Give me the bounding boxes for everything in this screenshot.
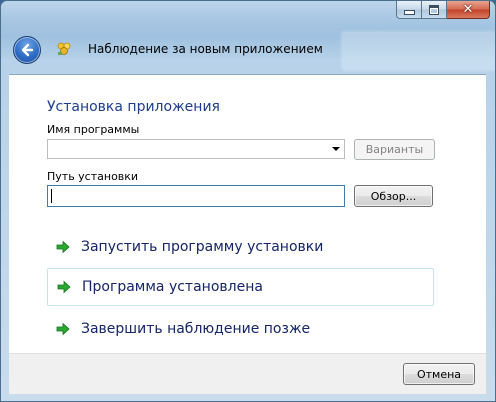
minimize-button[interactable] bbox=[396, 1, 422, 19]
variants-button[interactable]: Варианты bbox=[354, 139, 435, 160]
maximize-icon bbox=[429, 4, 439, 15]
task-label: Запустить программу установки bbox=[81, 239, 324, 255]
program-name-dropdown[interactable] bbox=[47, 139, 345, 159]
cancel-button[interactable]: Отмена bbox=[403, 363, 475, 385]
close-icon: ✕ bbox=[462, 2, 474, 17]
background-blur bbox=[341, 31, 495, 71]
install-path-label: Путь установки bbox=[47, 170, 139, 183]
close-button[interactable]: ✕ bbox=[447, 1, 490, 19]
green-arrow-icon bbox=[56, 240, 70, 254]
page-title: Установка приложения bbox=[47, 99, 220, 115]
minimize-icon bbox=[403, 10, 415, 15]
browse-button[interactable]: Обзор... bbox=[354, 185, 433, 207]
app-window: ✕ Наблюдение за новым приложением Устано… bbox=[0, 0, 496, 402]
green-arrow-icon bbox=[57, 280, 71, 294]
task-label: Завершить наблюдение позже bbox=[81, 321, 311, 337]
task-label: Программа установлена bbox=[82, 279, 263, 295]
chevron-down-icon bbox=[332, 147, 340, 151]
install-path-input[interactable] bbox=[47, 185, 345, 207]
task-run-setup[interactable]: Запустить программу установки bbox=[47, 228, 434, 266]
main-panel: Установка приложения Имя программы Вариа… bbox=[9, 74, 486, 353]
task-program-installed[interactable]: Программа установлена bbox=[47, 268, 434, 306]
program-name-label: Имя программы bbox=[47, 123, 140, 136]
task-finish-later[interactable]: Завершить наблюдение позже bbox=[47, 310, 434, 348]
maximize-button[interactable] bbox=[422, 1, 447, 19]
back-button[interactable] bbox=[13, 36, 41, 64]
window-title: Наблюдение за новым приложением bbox=[88, 42, 323, 56]
text-caret bbox=[51, 189, 52, 203]
program-compatibility-icon bbox=[55, 41, 73, 57]
footer-bar: Отмена bbox=[9, 353, 486, 394]
caption-buttons: ✕ bbox=[396, 1, 490, 19]
back-arrow-icon bbox=[21, 43, 34, 57]
green-arrow-icon bbox=[56, 322, 70, 336]
